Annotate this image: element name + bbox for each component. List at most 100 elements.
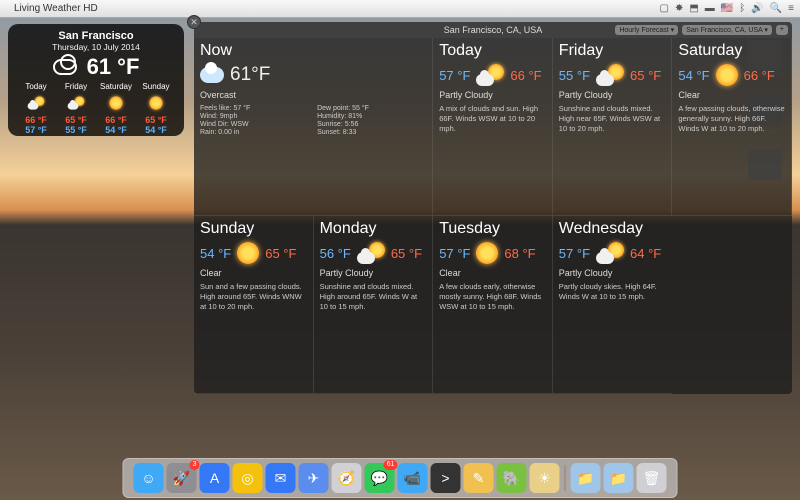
safari-icon: 🧭: [338, 470, 355, 487]
dock-app-weather[interactable]: ☀: [530, 463, 560, 493]
day-hi: 66 °F: [16, 115, 56, 125]
day-lo: 55 °F: [56, 125, 96, 135]
dock-app-mail[interactable]: ✉: [266, 463, 296, 493]
partly-cloudy-icon: [68, 96, 85, 109]
partly-cloudy-icon: [28, 96, 45, 109]
card-title: Monday: [320, 220, 427, 238]
menubar[interactable]: Living Weather HD ▢ ✸ ⬒ ▬ 🇺🇸 ᛒ 🔊 🔍 ≡: [0, 0, 800, 18]
sun-icon: [476, 242, 498, 264]
card-hi: 68 °F: [504, 246, 535, 261]
bluetooth-icon[interactable]: ᛒ: [739, 3, 745, 14]
dock-app-facetime[interactable]: 📹: [398, 463, 428, 493]
close-button[interactable]: ✕: [187, 15, 201, 29]
messages-icon: 💬: [371, 470, 388, 487]
forecast-mode-dropdown[interactable]: Hourly Forecast ▾: [615, 25, 678, 35]
partly-cloudy-icon: [596, 64, 624, 86]
card-condition: Partly Cloudy: [320, 268, 427, 278]
day-lo: 54 °F: [96, 125, 136, 135]
dock-app-chrome[interactable]: ◎: [233, 463, 263, 493]
dock-app-messages[interactable]: 💬61: [365, 463, 395, 493]
forecast-card: Saturday 54 °F66 °F Clear A few passing …: [672, 38, 792, 216]
widget-temp: 61 °F: [87, 54, 140, 80]
card-condition: Partly Cloudy: [439, 90, 546, 100]
card-lo: 57 °F: [439, 68, 470, 83]
dock-app-terminal[interactable]: >: [431, 463, 461, 493]
folder1-icon: 📁: [577, 470, 594, 487]
forecast-card: Tuesday 57 °F68 °F Clear A few clouds ea…: [433, 216, 553, 394]
card-description: Sunshine and clouds mixed. High around 6…: [320, 282, 427, 311]
card-condition: Partly Cloudy: [559, 268, 667, 278]
dock-app-evernote[interactable]: 🐘: [497, 463, 527, 493]
card-title: Tuesday: [439, 220, 546, 238]
dropbox-tray-icon[interactable]: ⬒: [689, 3, 698, 14]
detail-dew: Dew point: 55 °F: [317, 105, 426, 112]
evernote-tray-icon[interactable]: ✸: [675, 3, 683, 14]
forecast-grid: Now 61°F Overcast Feels like: 57 °F Wind…: [194, 38, 792, 394]
day-hi: 65 °F: [136, 115, 176, 125]
detail-wind-dir: Wind Dir: WSW: [200, 121, 309, 128]
card-title: Today: [439, 42, 546, 60]
detail-sunset: Sunset: 8:33: [317, 129, 426, 136]
card-condition: Partly Cloudy: [559, 90, 666, 100]
weather-widget[interactable]: San Francisco Thursday, 10 July 2014 61 …: [8, 24, 184, 136]
forecast-card: Friday 55 °F65 °F Partly Cloudy Sunshine…: [553, 38, 673, 216]
dock-app-notes[interactable]: ✎: [464, 463, 494, 493]
card-condition: Clear: [200, 268, 307, 278]
day-hi: 65 °F: [56, 115, 96, 125]
card-lo: 56 °F: [320, 246, 351, 261]
spotlight-icon[interactable]: 🔍: [770, 3, 782, 14]
appstore-icon: A: [210, 470, 219, 486]
sun-icon: [109, 96, 122, 109]
weather-window[interactable]: ✕ San Francisco, CA, USA Hourly Forecast…: [194, 22, 792, 394]
now-condition: Overcast: [200, 90, 426, 100]
add-location-button[interactable]: +: [776, 25, 788, 35]
notification-center-icon[interactable]: ≡: [788, 3, 794, 14]
partly-cloudy-icon: [357, 242, 385, 264]
dock-app-folder2[interactable]: 📁: [604, 463, 634, 493]
day-lo: 57 °F: [16, 125, 56, 135]
badge: 61: [384, 460, 398, 470]
dock-app-mailplane[interactable]: ✈: [299, 463, 329, 493]
detail-wind: Wind: 9mph: [200, 113, 309, 120]
location-dropdown[interactable]: San Francisco, CA, USA ▾: [682, 25, 772, 35]
card-description: A few passing clouds, otherwise generall…: [678, 104, 785, 133]
dock-app-appstore[interactable]: A: [200, 463, 230, 493]
battery-icon[interactable]: ▬: [705, 3, 715, 14]
mail-icon: ✉: [275, 470, 287, 487]
input-flag-icon[interactable]: 🇺🇸: [721, 3, 733, 14]
dock-app-safari[interactable]: 🧭: [332, 463, 362, 493]
card-lo: 57 °F: [559, 246, 590, 261]
dock-app-folder1[interactable]: 📁: [571, 463, 601, 493]
cloud-icon: [200, 67, 224, 83]
forecast-card: Today 57 °F66 °F Partly Cloudy A mix of …: [433, 38, 553, 216]
day-lo: 54 °F: [136, 125, 176, 135]
app-name[interactable]: Living Weather HD: [14, 3, 98, 14]
volume-icon[interactable]: 🔊: [751, 3, 763, 14]
now-details: Feels like: 57 °F Wind: 9mph Wind Dir: W…: [200, 104, 426, 137]
mailplane-icon: ✈: [308, 470, 320, 487]
dock-app-finder[interactable]: ☺: [134, 463, 164, 493]
card-description: Partly cloudy skies. High 64F. Winds W a…: [559, 282, 667, 302]
widget-forecast-row: Today66 °F57 °FFriday65 °F55 °FSaturday6…: [16, 82, 176, 135]
widget-now: 61 °F: [16, 54, 176, 80]
dock-app-launchpad[interactable]: 🚀3: [167, 463, 197, 493]
detail-feels: Feels like: 57 °F: [200, 105, 309, 112]
card-title: Friday: [559, 42, 666, 60]
facetime-icon: 📹: [404, 470, 421, 487]
card-title: Now: [200, 42, 426, 60]
detail-sunrise: Sunrise: 5:56: [317, 121, 426, 128]
dock-app-trash[interactable]: 🗑: [637, 463, 667, 493]
widget-day: Saturday66 °F54 °F: [96, 82, 136, 135]
window-titlebar[interactable]: ✕ San Francisco, CA, USA Hourly Forecast…: [194, 22, 792, 38]
badge: 3: [190, 460, 200, 470]
cloud-icon: [53, 59, 77, 75]
forecast-card: Monday 56 °F 65 °F Partly Cloudy Sunshine…: [314, 216, 434, 394]
card-lo: 55 °F: [559, 68, 590, 83]
airplay-icon[interactable]: ▢: [660, 3, 669, 14]
sun-icon: [716, 64, 738, 86]
partly-cloudy-icon: [476, 64, 504, 86]
weather-icon: ☀: [538, 470, 551, 487]
terminal-icon: >: [441, 470, 449, 486]
card-hi: 65 °F: [391, 246, 422, 261]
dock[interactable]: ☺🚀3A◎✉✈🧭💬61📹>✎🐘☀📁📁🗑: [123, 458, 678, 498]
